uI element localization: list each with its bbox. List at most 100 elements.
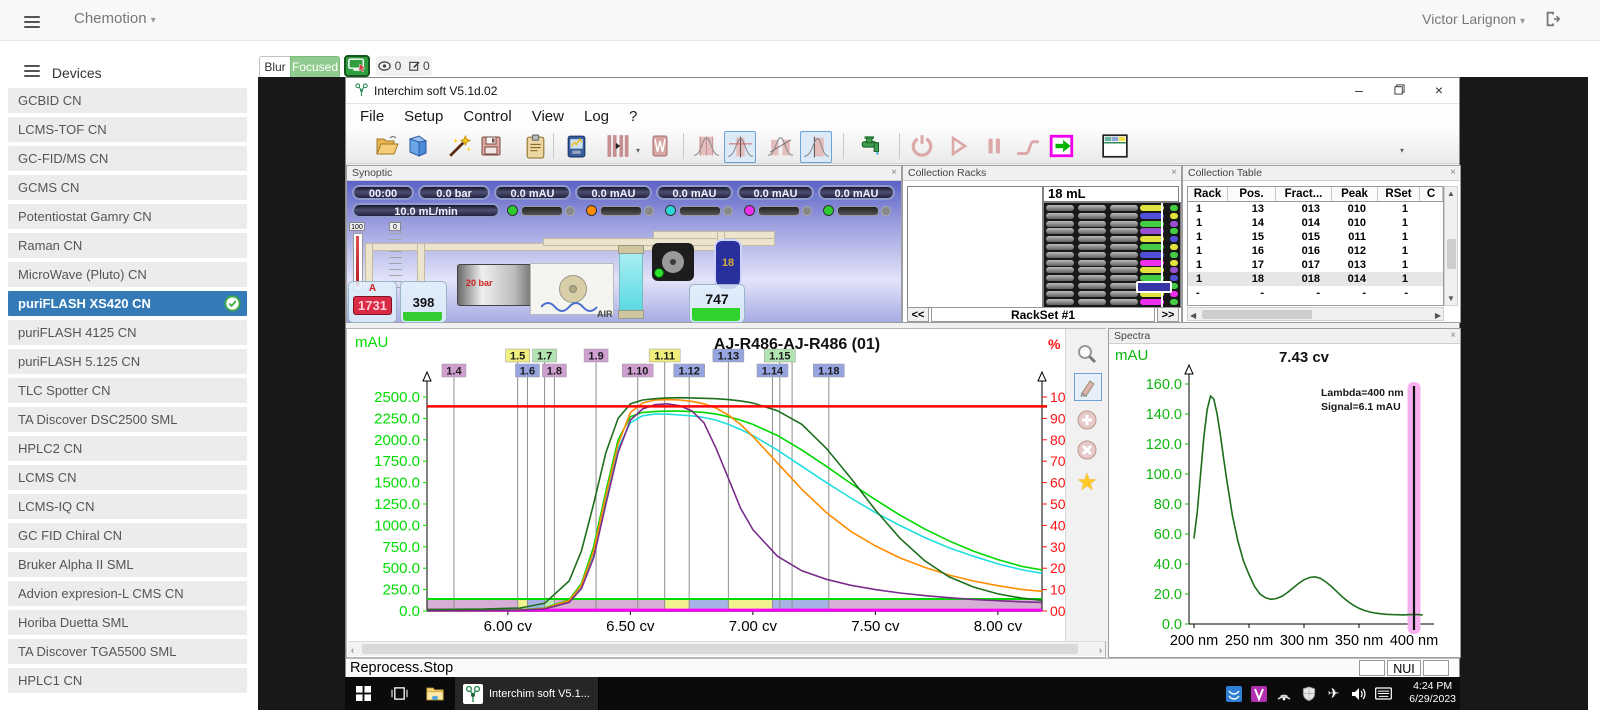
power-icon[interactable] (908, 132, 936, 160)
collect-peak-icon[interactable] (800, 131, 832, 163)
table-row[interactable]: 1140140101 (1188, 216, 1443, 230)
menu-setup[interactable]: Setup (394, 108, 453, 125)
network-icon[interactable] (1271, 682, 1296, 706)
table-row[interactable]: 1180180141 (1188, 272, 1443, 286)
favorite-star-icon[interactable]: ★ (1074, 469, 1100, 495)
column-header-peak[interactable]: Peak (1332, 187, 1378, 201)
rackset-prev-button[interactable]: << (907, 307, 929, 322)
logout-icon[interactable] (1544, 10, 1562, 33)
pause-icon[interactable] (980, 132, 1008, 160)
minimize-button[interactable]: – (1339, 78, 1379, 103)
sidebar-item-gcbid-cn[interactable]: GCBID CN (8, 88, 247, 113)
column-header-rack[interactable]: Rack (1188, 187, 1228, 201)
user-menu[interactable]: Victor Larignon ▾ (1422, 11, 1525, 27)
blur-button[interactable]: Blur (259, 56, 291, 78)
file-explorer-button[interactable] (417, 677, 453, 710)
column-header-fract[interactable]: Fract... (1276, 187, 1332, 201)
gradient-icon[interactable] (1014, 132, 1042, 160)
taskbar-app-interchim[interactable]: Interchim soft V5.1... (455, 677, 599, 710)
column-header-pos[interactable]: Pos. (1228, 187, 1276, 201)
sidebar-item-puriflash-xs420-cn[interactable]: puriFLASH XS420 CN (8, 291, 247, 316)
sidebar-item-raman-cn[interactable]: Raman CN (8, 233, 247, 258)
rack-display[interactable] (1043, 202, 1181, 308)
sidebar-item-potentiostat-gamry-cn[interactable]: Potentiostat Gamry CN (8, 204, 247, 229)
collect-transfer-icon[interactable] (604, 132, 632, 160)
volume-icon[interactable] (1346, 682, 1371, 706)
airplane-mode-icon[interactable]: ✈ (1321, 682, 1346, 706)
zoom-tool-icon[interactable] (1074, 341, 1100, 367)
sidebar-item-microwave-pluto-cn[interactable]: MicroWave (Pluto) CN (8, 262, 247, 287)
start-button[interactable] (345, 677, 381, 710)
table-row[interactable]: 1130130101 (1188, 202, 1443, 216)
report-icon[interactable] (521, 132, 549, 160)
table-hscrollbar[interactable]: ◀ ▶ (1187, 307, 1444, 321)
table-row[interactable]: 1170170131 (1188, 258, 1443, 272)
close-icon[interactable]: × (1171, 167, 1177, 178)
prime-pump-icon[interactable]: ▾ (858, 132, 886, 160)
exit-icon[interactable] (1048, 132, 1076, 160)
menu-hamburger-icon[interactable] (24, 13, 40, 31)
sidebar-item-gc-fid-chiral-cn[interactable]: GC FID Chiral CN (8, 523, 247, 548)
menu-help[interactable]: ? (619, 108, 647, 125)
sidebar-item-tlc-spotter-cn[interactable]: TLC Spotter CN (8, 378, 247, 403)
table-vscrollbar[interactable]: ▲ ▼ (1444, 186, 1458, 306)
table-row[interactable]: ----- (1188, 286, 1443, 300)
close-button[interactable]: × (1419, 78, 1459, 103)
rack-view-icon[interactable] (1101, 132, 1129, 160)
fraction-edit-tool-icon[interactable] (1074, 373, 1102, 401)
chart-hscrollbar[interactable]: ‹ › (348, 641, 1105, 656)
vnc-viewer-icon[interactable] (1246, 682, 1271, 706)
add-fraction-icon[interactable] (1074, 407, 1100, 433)
sidebar-item-lcms-cn[interactable]: LCMS CN (8, 465, 247, 490)
window-titlebar[interactable]: Interchim soft V5.1d.02 – × (346, 78, 1459, 104)
sidebar-item-hplc1-cn[interactable]: HPLC1 CN (8, 668, 247, 693)
sidebar-item-gcms-cn[interactable]: GCMS CN (8, 175, 247, 200)
sidebar-item-hplc2-cn[interactable]: HPLC2 CN (8, 436, 247, 461)
touch-keyboard-icon[interactable] (1371, 682, 1396, 706)
table-row[interactable]: 1150150111 (1188, 230, 1443, 244)
defender-shield-icon[interactable] (1296, 682, 1321, 706)
wizard-icon[interactable] (446, 132, 474, 160)
sidebar-item-ta-discover-dsc2500-sml[interactable]: TA Discover DSC2500 SML (8, 407, 247, 432)
screen-share-button[interactable] (344, 55, 370, 77)
menu-view[interactable]: View (522, 108, 574, 125)
vnc-server-icon[interactable] (1221, 682, 1246, 706)
collect-slope-icon[interactable] (766, 132, 794, 160)
menu-log[interactable]: Log (574, 108, 619, 125)
menu-control[interactable]: Control (453, 108, 521, 125)
close-icon[interactable]: × (891, 167, 897, 178)
task-view-button[interactable] (381, 677, 417, 710)
sidebar-item-ta-discover-tga5500-sml[interactable]: TA Discover TGA5500 SML (8, 639, 247, 664)
sidebar-item-horiba-duetta-sml[interactable]: Horiba Duetta SML (8, 610, 247, 635)
taskbar-clock[interactable]: 4:24 PM 6/29/2023 (1409, 680, 1456, 706)
run-icon[interactable] (944, 132, 972, 160)
spectra-chart[interactable]: 0.020.040.060.080.0100.0120.0140.0160.02… (1109, 344, 1460, 657)
collect-all-icon[interactable] (692, 132, 720, 160)
collect-threshold-icon[interactable] (724, 131, 756, 163)
sidebar-item-lcms-iq-cn[interactable]: LCMS-IQ CN (8, 494, 247, 519)
sidebar-item-gc-fid-ms-cn[interactable]: GC-FID/MS CN (8, 146, 247, 171)
collect-waste-icon[interactable] (646, 132, 674, 160)
chromatogram-chart[interactable]: 0.0250.0500.0750.01000.01250.01500.01750… (347, 329, 1065, 641)
sidebar-item-lcms-tof-cn[interactable]: LCMS-TOF CN (8, 117, 247, 142)
open-method-icon[interactable] (373, 132, 401, 160)
synoptic-view-icon[interactable] (562, 132, 590, 160)
edit-method-icon[interactable]: ▾ (404, 132, 432, 160)
brand-dropdown[interactable]: Chemotion ▾ (74, 10, 156, 27)
save-icon[interactable]: ▾ (477, 132, 505, 160)
rackset-next-button[interactable]: >> (1157, 307, 1179, 322)
column-header-rset[interactable]: RSet (1378, 187, 1420, 201)
sidebar-item-puriflash-5-125-cn[interactable]: puriFLASH 5.125 CN (8, 349, 247, 374)
menu-file[interactable]: File (350, 108, 394, 125)
focused-button[interactable]: Focused (290, 56, 340, 78)
close-icon[interactable]: × (1450, 330, 1456, 341)
table-row[interactable]: 1160160121 (1188, 244, 1443, 258)
sidebar-item-puriflash-4125-cn[interactable]: puriFLASH 4125 CN (8, 320, 247, 345)
restore-button[interactable] (1379, 78, 1419, 103)
column-header-c[interactable]: C (1420, 187, 1443, 201)
rack-list-box[interactable] (907, 186, 1043, 308)
close-icon[interactable]: × (1450, 167, 1456, 178)
delete-fraction-icon[interactable] (1074, 437, 1100, 463)
sidebar-item-advion-expresion-l-cms-cn[interactable]: Advion expresion-L CMS CN (8, 581, 247, 606)
sidebar-item-bruker-alpha-ii-sml[interactable]: Bruker Alpha II SML (8, 552, 247, 577)
